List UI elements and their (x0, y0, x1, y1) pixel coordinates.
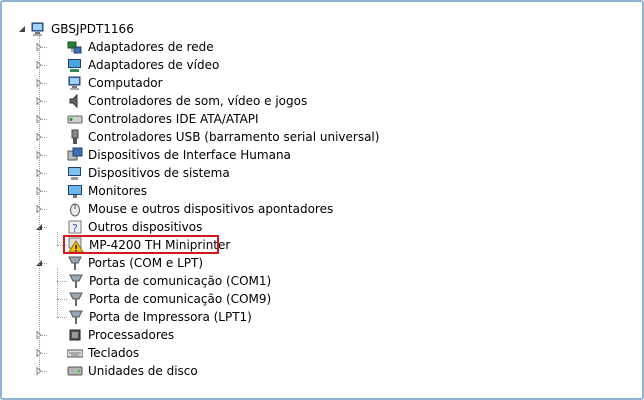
tree-item-label: GBSJPDT1166 (51, 22, 134, 36)
tree-item-label: Computador (88, 76, 163, 90)
usb-icon (67, 129, 83, 145)
tree-item-label: Controladores IDE ATA/ATAPI (88, 112, 259, 126)
tree-item-adaptadores-de-rede[interactable]: Adaptadores de rede (67, 38, 216, 56)
tree-item-label: Adaptadores de rede (88, 40, 214, 54)
tree-item-label: Porta de Impressora (LPT1) (89, 310, 252, 324)
tree-item-label: Portas (COM e LPT) (88, 256, 204, 270)
tree-item-dispositivos-de-interface-humana[interactable]: Dispositivos de Interface Humana (67, 146, 293, 164)
tree-item-label: Controladores USB (barramento serial uni… (88, 130, 380, 144)
processor-icon (67, 327, 83, 343)
network-adapter-icon (67, 39, 83, 55)
tree-item-porta-de-impressora-lpt1[interactable]: Porta de Impressora (LPT1) (68, 308, 254, 326)
tree-item-label: Teclados (88, 346, 140, 360)
tree-item-label: Mouse e outros dispositivos apontadores (88, 202, 334, 216)
root-collapse-arrow[interactable] (17, 24, 27, 34)
port-icon (68, 273, 84, 289)
tree-item-dispositivos-de-sistema[interactable]: Dispositivos de sistema (67, 164, 232, 182)
tree-item-label: Dispositivos de Interface Humana (88, 148, 291, 162)
display-adapter-icon (67, 57, 83, 73)
tree-item-label: Porta de comunicação (COM9) (89, 292, 272, 306)
tree-item-label: Outros dispositivos (88, 220, 203, 234)
mouse-icon (67, 201, 83, 217)
tree-item-outros-dispositivos[interactable]: ? Outros dispositivos (67, 218, 204, 236)
tree-item-label: Processadores (88, 328, 175, 342)
tree-item-label: Unidades de disco (88, 364, 198, 378)
tree-item-label: Monitores (88, 184, 147, 198)
system-device-icon (67, 165, 83, 181)
tree-item-porta-de-comunicacao-com9[interactable]: Porta de comunicação (COM9) (68, 290, 273, 308)
tree-item-processadores[interactable]: Processadores (67, 326, 176, 344)
tree-item-monitores[interactable]: Monitores (67, 182, 149, 200)
computer-icon (30, 21, 46, 37)
tree-item-label: Porta de comunicação (COM1) (89, 274, 272, 288)
keyboard-icon (66, 345, 84, 361)
computer-icon (67, 75, 83, 91)
tree-connector-line (57, 268, 58, 317)
tree-item-porta-de-comunicacao-com1[interactable]: Porta de comunicação (COM1) (68, 272, 273, 290)
tree-connector-line (57, 317, 67, 318)
device-tree: GBSJPDT1166 Adaptadores de rede Adaptadore… (2, 2, 642, 398)
tree-item-label: Adaptadores de vídeo (88, 58, 220, 72)
tree-item-controladores-usb-barramento-serial-universal[interactable]: Controladores USB (barramento serial uni… (67, 128, 381, 146)
device-manager-window: GBSJPDT1166 Adaptadores de rede Adaptadore… (0, 0, 644, 400)
tree-connector-line (57, 232, 58, 245)
tree-item-unidades-de-disco[interactable]: Unidades de disco (67, 362, 200, 380)
unknown-device-icon: ? (67, 219, 83, 235)
ide-controller-icon (67, 111, 83, 127)
tree-connector-line (57, 299, 67, 300)
port-icon (67, 255, 83, 271)
highlight-box (63, 235, 219, 254)
tree-item-teclados[interactable]: Teclados (66, 344, 141, 362)
tree-item-portas-com-e-lpt[interactable]: Portas (COM e LPT) (67, 254, 205, 272)
svg-text:?: ? (72, 222, 78, 235)
tree-item-controladores-ide-ata-atapi[interactable]: Controladores IDE ATA/ATAPI (67, 110, 261, 128)
port-icon (68, 309, 84, 325)
tree-connector-line (57, 281, 67, 282)
tree-item-mouse-e-outros-dispositivos-apontadores[interactable]: Mouse e outros dispositivos apontadores (67, 200, 335, 218)
tree-item-controladores-de-som-video-e-jogos[interactable]: Controladores de som, vídeo e jogos (67, 92, 309, 110)
tree-item-label: Dispositivos de sistema (88, 166, 230, 180)
tree-item-label: Controladores de som, vídeo e jogos (88, 94, 308, 108)
tree-connector-line (39, 34, 40, 371)
tree-item-computador[interactable]: Computador (67, 74, 165, 92)
disk-drive-icon (67, 363, 83, 379)
tree-item-adaptadores-de-video[interactable]: Adaptadores de vídeo (67, 56, 221, 74)
monitor-icon (67, 183, 83, 199)
tree-root-computer[interactable]: GBSJPDT1166 (30, 20, 136, 38)
hid-icon (67, 147, 83, 163)
port-icon (68, 291, 84, 307)
speaker-icon (67, 93, 83, 109)
